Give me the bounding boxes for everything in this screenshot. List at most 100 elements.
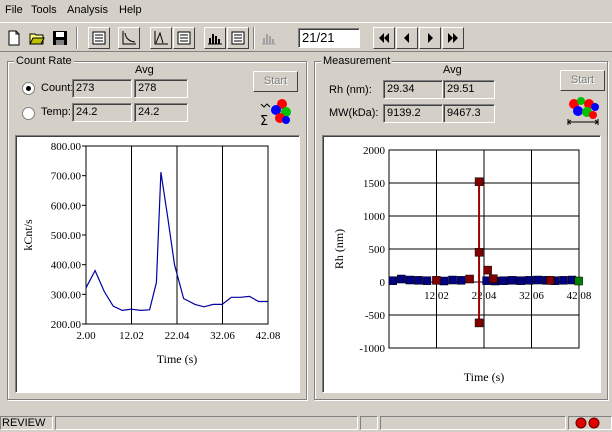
x-tick-label: 22.04 bbox=[165, 330, 190, 342]
toolbar: 21/21 bbox=[0, 22, 612, 52]
count-avg-header: Avg bbox=[135, 64, 154, 76]
temp-radio[interactable] bbox=[22, 107, 35, 120]
data-point-blue bbox=[516, 276, 526, 285]
peak-icon bbox=[154, 31, 168, 45]
status-panel bbox=[55, 416, 358, 430]
count-rate-group: Count Rate Avg Count: 273 278 Temp: 24.2… bbox=[7, 55, 307, 400]
save-button[interactable] bbox=[49, 27, 71, 49]
last-record-button[interactable] bbox=[442, 27, 464, 49]
table-button[interactable] bbox=[173, 27, 195, 49]
x-tick-label: 42.08 bbox=[567, 290, 592, 302]
size-distribution-button[interactable] bbox=[565, 96, 601, 128]
new-file-icon bbox=[8, 30, 20, 46]
data-point-green bbox=[574, 276, 583, 286]
temp-avg-field: 24.2 bbox=[134, 103, 188, 122]
temp-value-field: 24.2 bbox=[72, 103, 132, 122]
first-record-button[interactable] bbox=[373, 27, 395, 49]
data-point-blue bbox=[456, 276, 466, 285]
rh-avg-field: 29.51 bbox=[443, 80, 495, 99]
menu-help[interactable]: Help bbox=[119, 4, 142, 16]
curve-icon bbox=[122, 31, 136, 45]
histogram-button[interactable] bbox=[204, 27, 226, 49]
rh-plot: -1000 -500 0 500 1000 1500 2000 12.02 22.04 32.06… bbox=[332, 145, 592, 384]
x-tick-label: 12.02 bbox=[424, 290, 449, 302]
x-tick-label: 42.08 bbox=[256, 330, 281, 342]
data-point-blue bbox=[388, 276, 398, 285]
last-icon bbox=[448, 33, 458, 43]
toolbar-separator bbox=[76, 27, 78, 49]
menu-tools[interactable]: Tools bbox=[31, 4, 57, 16]
x-tick-label: 32.06 bbox=[519, 290, 544, 302]
y-tick-label: -500 bbox=[365, 310, 386, 322]
y-tick-label: -1000 bbox=[359, 343, 385, 355]
next-record-button[interactable] bbox=[419, 27, 441, 49]
data-point-blue bbox=[508, 276, 517, 285]
count-label: Count: bbox=[41, 82, 74, 94]
rh-value-field: 29.34 bbox=[383, 80, 443, 99]
list-button[interactable] bbox=[88, 27, 110, 49]
menu-analysis[interactable]: Analysis bbox=[67, 4, 108, 16]
count-rate-title: Count Rate bbox=[14, 55, 74, 67]
data-point-red bbox=[489, 274, 498, 283]
y-tick-label: 800.00 bbox=[51, 141, 82, 153]
data-point-red bbox=[545, 276, 555, 285]
previous-record-button[interactable] bbox=[396, 27, 418, 49]
data-point-red bbox=[474, 318, 484, 328]
data-point-blue bbox=[397, 274, 406, 284]
y-tick-label: 400.00 bbox=[51, 260, 82, 272]
histogram-disabled-button[interactable] bbox=[258, 27, 280, 49]
data-point-blue bbox=[559, 276, 568, 285]
data-point-blue bbox=[533, 275, 543, 285]
peak-button[interactable] bbox=[150, 27, 172, 49]
report-button[interactable] bbox=[227, 27, 249, 49]
y-tick-label: 2000 bbox=[363, 145, 386, 157]
status-indicators bbox=[568, 416, 612, 430]
data-point-blue bbox=[525, 276, 534, 285]
first-icon bbox=[379, 33, 389, 43]
toolbar-separator bbox=[253, 27, 255, 49]
save-icon bbox=[53, 31, 67, 45]
y-tick-label: 700.00 bbox=[51, 171, 82, 183]
status-led-icon bbox=[575, 417, 600, 429]
status-panel bbox=[360, 416, 378, 430]
data-point-red bbox=[432, 276, 441, 285]
status-bar: REVIEW bbox=[0, 414, 612, 430]
menu-file[interactable]: File bbox=[5, 4, 23, 16]
y-tick-label: 600.00 bbox=[51, 200, 82, 212]
menu-bar: File Tools Analysis Help bbox=[0, 0, 612, 22]
count-start-button[interactable]: Start bbox=[253, 71, 298, 92]
table-icon bbox=[177, 31, 191, 45]
x-tick-label: 2.00 bbox=[76, 330, 96, 342]
data-point-red bbox=[465, 274, 474, 284]
rh-label: Rh (nm): bbox=[329, 84, 372, 96]
count-radio[interactable] bbox=[22, 82, 35, 95]
measurement-avg-header: Avg bbox=[443, 64, 462, 76]
data-point-blue bbox=[422, 276, 432, 285]
y-tick-label: 300.00 bbox=[51, 289, 82, 301]
x-tick-label: 22.04 bbox=[472, 290, 497, 302]
data-point-blue bbox=[439, 276, 449, 286]
data-point-blue bbox=[405, 275, 415, 285]
count-rate-plot: 2.00 12.02 22.04 32.06 42.08 200.00 300.00 400.… bbox=[21, 141, 281, 366]
y-tick-label: 1500 bbox=[363, 178, 386, 190]
data-point-blue bbox=[499, 276, 508, 285]
list-icon bbox=[92, 31, 106, 45]
y-tick-label: 0 bbox=[380, 277, 386, 289]
report-icon bbox=[231, 31, 245, 45]
curve-button[interactable] bbox=[118, 27, 140, 49]
record-counter: 21/21 bbox=[298, 28, 360, 48]
statistics-button[interactable]: Σ bbox=[258, 96, 292, 129]
open-button[interactable] bbox=[26, 27, 48, 49]
x-axis-label: Time (s) bbox=[464, 370, 505, 384]
y-tick-label: 500 bbox=[369, 244, 386, 256]
measurement-start-button[interactable]: Start bbox=[560, 70, 605, 91]
data-point-blue bbox=[414, 276, 423, 285]
x-tick-label: 12.02 bbox=[119, 330, 144, 342]
sigma-stats-icon: Σ bbox=[260, 99, 291, 129]
data-point-red bbox=[474, 177, 484, 186]
new-file-button[interactable] bbox=[3, 27, 25, 49]
next-icon bbox=[428, 33, 433, 43]
count-value-field: 273 bbox=[72, 79, 132, 98]
data-point-red bbox=[483, 265, 492, 275]
status-panel bbox=[380, 416, 566, 430]
